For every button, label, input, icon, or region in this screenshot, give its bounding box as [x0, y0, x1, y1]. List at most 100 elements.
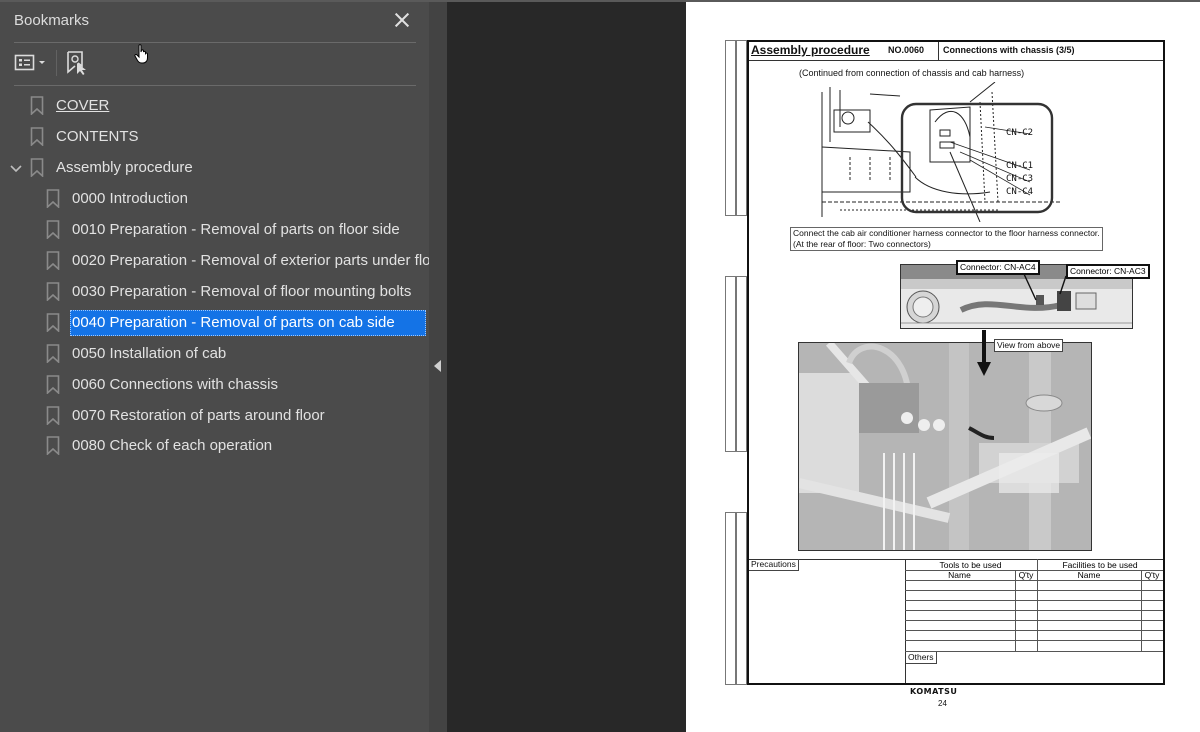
table-line [905, 610, 1163, 611]
bookmark-contents[interactable]: CONTENTS [30, 123, 141, 150]
callout-cn-ac3: Connector: CN-AC3 [1066, 264, 1150, 279]
bookmark-0070[interactable]: 0070 Restoration of parts around floor [46, 402, 327, 429]
divider [14, 85, 416, 86]
bookmark-0060[interactable]: 0060 Connections with chassis [46, 371, 280, 398]
bookmark-0080[interactable]: 0080 Check of each operation [46, 432, 274, 459]
table-line [905, 640, 1163, 641]
bookmark-icon [30, 127, 44, 146]
table-line [1037, 559, 1038, 651]
table-line [905, 590, 1163, 591]
arrow-icon [982, 330, 986, 364]
instruction-line: (At the rear of floor: Two connectors) [793, 239, 931, 249]
panel-title: Bookmarks [14, 12, 90, 29]
continued-note: (Continued from connection of chassis an… [799, 68, 1025, 78]
panel-collapse-handle[interactable] [429, 2, 447, 732]
find-current-bookmark-icon [67, 51, 86, 75]
instruction-box: Connect the cab air conditioner harness … [790, 227, 1103, 251]
bookmark-label: CONTENTS [56, 127, 139, 145]
bookmark-0000[interactable]: 0000 Introduction [46, 185, 190, 212]
bookmark-0020[interactable]: 0020 Preparation - Removal of exterior p… [46, 247, 446, 274]
bookmark-options-button[interactable] [14, 52, 50, 74]
tools-name-col: Name [948, 570, 971, 580]
revision-column [736, 276, 747, 452]
divider [14, 42, 416, 43]
header-separator [938, 42, 939, 60]
bookmarks-panel: Bookmarks COVER CONTENTS Assembly proced… [0, 2, 444, 732]
bookmark-icon [46, 406, 60, 425]
toolbar-separator [56, 50, 57, 76]
diagram-label: CN-C4 [1006, 187, 1033, 197]
revision-column [736, 512, 747, 685]
bookmark-icon [30, 158, 44, 177]
table-line [1015, 570, 1016, 651]
bookmark-cover[interactable]: COVER [30, 92, 111, 119]
revision-column [725, 40, 736, 216]
pdf-page: Assembly procedure NO.0060 Connections w… [686, 2, 1200, 732]
bookmark-0040-selected[interactable]: 0040 Preparation - Removal of parts on c… [46, 309, 426, 336]
page-number: 24 [938, 699, 947, 708]
hand-cursor-icon [134, 44, 148, 64]
others-label: Others [906, 652, 937, 664]
bookmark-label: 0060 Connections with chassis [72, 375, 278, 393]
bookmark-label: 0080 Check of each operation [72, 436, 273, 454]
table-line [905, 620, 1163, 621]
callout-leaders [1023, 273, 1067, 301]
bookmark-icon [46, 220, 60, 239]
procedure-number: NO.0060 [888, 45, 925, 55]
table-line [905, 580, 1163, 581]
close-icon[interactable] [392, 10, 412, 30]
table-line [905, 630, 1163, 631]
harness-diagram: CN-C2 CN-C1 CN-C3 CN-C4 [821, 82, 1060, 222]
precautions-label: Precautions [749, 559, 799, 571]
bookmark-icon [46, 251, 60, 270]
bookmark-label: COVER [56, 96, 110, 114]
bookmark-icon [46, 189, 60, 208]
view-from-above-photo [798, 342, 1092, 551]
bookmark-icon [46, 282, 60, 301]
table-line [1141, 570, 1142, 651]
revision-column [725, 276, 736, 452]
diagram-label: CN-C1 [1006, 161, 1033, 171]
bookmark-label: 0000 Introduction [72, 189, 188, 207]
bookmark-label: 0030 Preparation - Removal of floor moun… [72, 282, 412, 300]
bookmark-icon [46, 344, 60, 363]
bookmark-0010[interactable]: 0010 Preparation - Removal of parts on f… [46, 216, 402, 243]
collapse-left-icon [434, 360, 441, 372]
bookmark-icon [46, 375, 60, 394]
chevron-down-icon[interactable] [10, 164, 22, 174]
diagram-label: CN-C2 [1006, 128, 1033, 138]
instruction-line: Connect the cab air conditioner harness … [793, 228, 1100, 238]
tools-qty-col: Q'ty [1018, 570, 1034, 580]
facilities-header: Facilities to be used [1062, 560, 1138, 570]
arrow-down-icon [977, 362, 991, 376]
bookmark-label: 0050 Installation of cab [72, 344, 227, 362]
bookmark-label: 0020 Preparation - Removal of exterior p… [72, 251, 444, 269]
bookmark-label: 0010 Preparation - Removal of parts on f… [72, 220, 400, 238]
facilities-qty-col: Q'ty [1144, 570, 1160, 580]
find-current-bookmark-button[interactable] [65, 50, 89, 76]
bookmark-label: Assembly procedure [56, 158, 193, 176]
view-label: View from above [994, 339, 1064, 352]
table-line [905, 600, 1163, 601]
komatsu-logo: KOMATSU [910, 687, 958, 696]
bookmark-0050[interactable]: 0050 Installation of cab [46, 340, 228, 367]
revision-column [736, 40, 747, 216]
table-line [905, 570, 1163, 571]
revision-column [725, 512, 736, 685]
procedure-subtitle: Connections with chassis (3/5) [943, 45, 1075, 55]
bookmark-label: 0040 Preparation - Removal of parts on c… [70, 309, 426, 336]
procedure-title: Assembly procedure [751, 43, 870, 57]
bookmark-icon [46, 436, 60, 455]
facilities-name-col: Name [1077, 570, 1101, 580]
bookmark-label: 0070 Restoration of parts around floor [72, 406, 325, 424]
table-line [905, 651, 1163, 652]
tools-header: Tools to be used [939, 560, 1002, 570]
bookmark-assembly-procedure[interactable]: Assembly procedure [30, 154, 195, 181]
header-rule [749, 60, 1163, 61]
list-options-icon [14, 54, 45, 71]
diagram-label: CN-C3 [1006, 174, 1033, 184]
bookmark-icon [30, 96, 44, 115]
bookmark-icon [46, 313, 60, 332]
document-viewer: Assembly procedure NO.0060 Connections w… [447, 2, 1200, 732]
bookmark-0030[interactable]: 0030 Preparation - Removal of floor moun… [46, 278, 413, 305]
